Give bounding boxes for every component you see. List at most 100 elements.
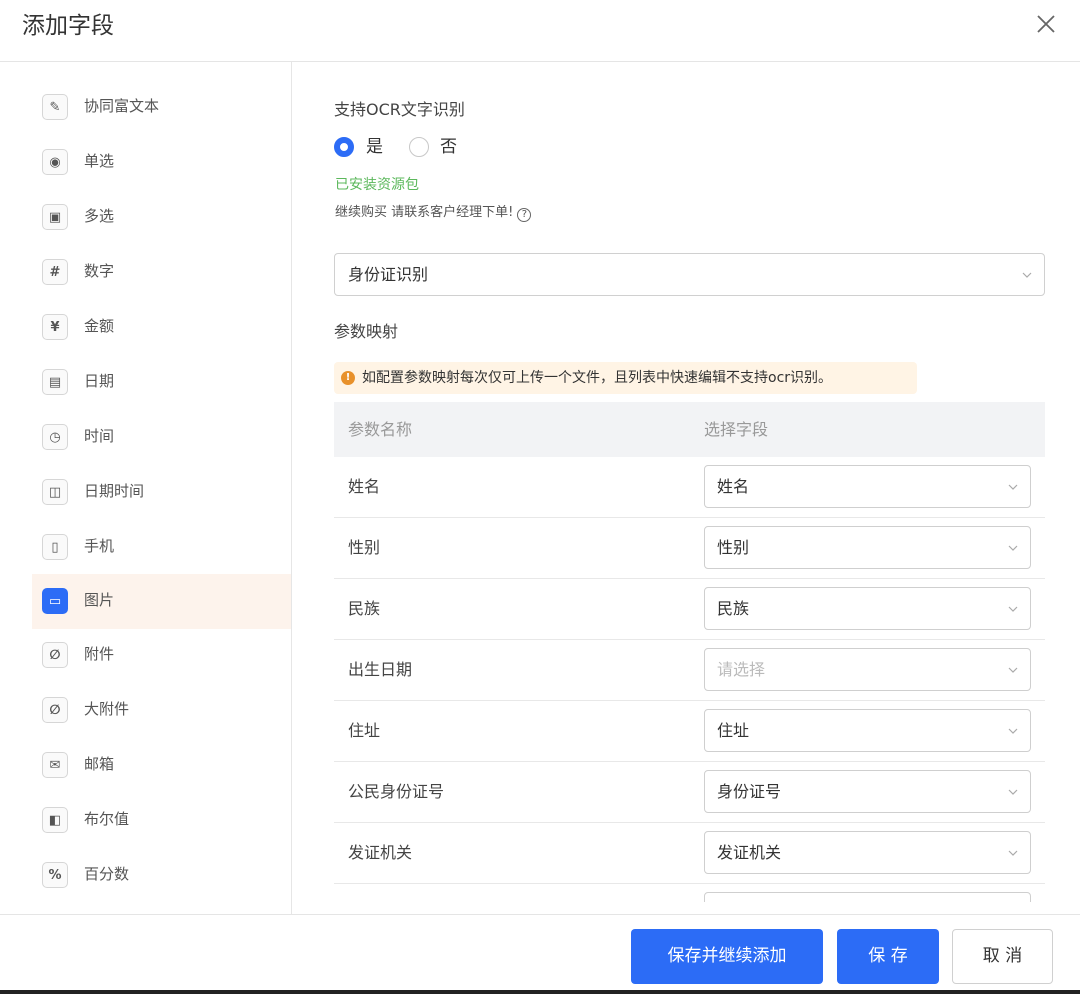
- sidebar-item-label: 手机: [84, 537, 115, 555]
- sidebar-item-amount[interactable]: ¥ 金额: [32, 302, 291, 352]
- recognition-type-value: 身份证识别: [348, 265, 429, 284]
- sidebar-item-rich-text[interactable]: ✎ 协同富文本: [32, 82, 291, 132]
- param-name: 住址: [348, 721, 381, 740]
- sidebar-item-label: 百分数: [84, 865, 130, 883]
- param-name: 公民身份证号: [348, 782, 445, 801]
- recognition-type-select[interactable]: 身份证识别: [334, 253, 1045, 296]
- field-select-placeholder: 请选择: [717, 660, 766, 679]
- help-icon[interactable]: ?: [517, 208, 532, 222]
- sidebar-item-boolean[interactable]: ◧ 布尔值: [32, 795, 291, 845]
- dialog-footer: 保存并继续添加 保 存 取 消: [0, 914, 1080, 994]
- field-select-value: 发证机关: [717, 843, 782, 862]
- field-select[interactable]: 性别: [704, 526, 1031, 569]
- checkbox-icon: ▣: [42, 204, 68, 230]
- dialog-header: 添加字段: [0, 0, 1080, 62]
- header-param-name: 参数名称: [348, 420, 413, 439]
- sidebar-item-large-attachment[interactable]: ∅ 大附件: [32, 685, 291, 735]
- param-name: 姓名: [348, 477, 381, 496]
- chevron-down-icon: [1008, 789, 1018, 795]
- warning-text: 如配置参数映射每次仅可上传一个文件，且列表中快速编辑不支持ocr识别。: [362, 370, 833, 386]
- table-row: 民族 民族: [334, 579, 1045, 640]
- large-attachment-icon: ∅: [42, 697, 68, 723]
- field-select[interactable]: 请选择: [704, 648, 1031, 691]
- sidebar-item-label: 协同富文本: [84, 97, 160, 115]
- sidebar-item-email[interactable]: ✉ 邮箱: [32, 740, 291, 790]
- sidebar-item-label: 邮箱: [84, 755, 115, 773]
- sidebar-item-time[interactable]: ◷ 时间: [32, 412, 291, 462]
- sidebar-item-multi-select[interactable]: ▣ 多选: [32, 192, 291, 242]
- sidebar-item-image[interactable]: ▭ 图片: [32, 574, 291, 629]
- table-row: 住址 住址: [334, 701, 1045, 762]
- sidebar-item-single-select[interactable]: ◉ 单选: [32, 137, 291, 187]
- chevron-down-icon: [1008, 606, 1018, 612]
- sidebar-item-label: 大附件: [84, 700, 130, 718]
- param-name: 出生日期: [348, 660, 413, 679]
- sidebar-item-label: 单选: [84, 152, 115, 170]
- window-bottom-edge: [0, 990, 1080, 994]
- sidebar-item-date[interactable]: ▤ 日期: [32, 357, 291, 407]
- calendar-icon: ▤: [42, 369, 68, 395]
- chevron-down-icon: [1008, 850, 1018, 856]
- purchase-hint-text: 继续购买 请联系客户经理下单!: [335, 205, 514, 220]
- datetime-icon: ◫: [42, 479, 68, 505]
- ocr-label: 支持OCR文字识别: [334, 100, 465, 119]
- paperclip-icon: ∅: [42, 642, 68, 668]
- param-name: 性别: [348, 538, 381, 557]
- field-select[interactable]: 民族: [704, 587, 1031, 630]
- save-button[interactable]: 保 存: [837, 929, 939, 984]
- mapping-label: 参数映射: [334, 322, 399, 341]
- ocr-no-radio[interactable]: [409, 137, 429, 157]
- rich-text-icon: ✎: [42, 94, 68, 120]
- table-row: 发证机关 发证机关: [334, 823, 1045, 884]
- sidebar-item-phone[interactable]: ▯ 手机: [32, 522, 291, 572]
- ocr-yes-label[interactable]: 是: [366, 136, 383, 158]
- chevron-down-icon: [1008, 484, 1018, 490]
- field-select-value: 住址: [717, 721, 750, 740]
- field-select[interactable]: [704, 892, 1031, 902]
- mapping-table: 参数名称 选择字段 姓名 姓名 性别 性别 民族 民族 出生日期 请选择 住址 …: [334, 402, 1045, 902]
- hash-icon: #: [42, 259, 68, 285]
- field-select-value: 民族: [717, 599, 750, 618]
- sidebar-item-attachment[interactable]: ∅ 附件: [32, 630, 291, 680]
- yen-icon: ¥: [42, 314, 68, 340]
- table-row: 姓名 姓名: [334, 457, 1045, 518]
- chevron-down-icon: [1008, 545, 1018, 551]
- chevron-down-icon: [1008, 728, 1018, 734]
- field-select[interactable]: 身份证号: [704, 770, 1031, 813]
- field-select[interactable]: 发证机关: [704, 831, 1031, 874]
- mail-icon: ✉: [42, 752, 68, 778]
- ocr-yes-radio[interactable]: [334, 137, 354, 157]
- table-row: 公民身份证号 身份证号: [334, 762, 1045, 823]
- phone-icon: ▯: [42, 534, 68, 560]
- chevron-down-icon: [1008, 667, 1018, 673]
- save-and-continue-button[interactable]: 保存并继续添加: [631, 929, 823, 984]
- dialog-title: 添加字段: [22, 13, 114, 39]
- percent-icon: %: [42, 862, 68, 888]
- table-row: 出生日期 请选择: [334, 640, 1045, 701]
- table-row: [334, 884, 1045, 902]
- field-select-value: 姓名: [717, 477, 750, 496]
- field-type-sidebar: ✎ 协同富文本 ◉ 单选 ▣ 多选 # 数字 ¥ 金额 ▤ 日期 ◷ 时间 ◫ …: [0, 62, 292, 914]
- chevron-down-icon: [1022, 272, 1032, 278]
- ocr-no-label[interactable]: 否: [440, 136, 457, 158]
- sidebar-item-percent[interactable]: % 百分数: [32, 850, 291, 900]
- sidebar-item-label: 多选: [84, 207, 115, 225]
- close-icon[interactable]: [1034, 12, 1058, 36]
- table-header: 参数名称 选择字段: [334, 402, 1045, 457]
- sidebar-item-datetime[interactable]: ◫ 日期时间: [32, 467, 291, 517]
- image-icon: ▭: [42, 588, 68, 614]
- boolean-icon: ◧: [42, 807, 68, 833]
- installed-status: 已安装资源包: [335, 177, 419, 193]
- field-select[interactable]: 姓名: [704, 465, 1031, 508]
- cancel-button[interactable]: 取 消: [952, 929, 1053, 984]
- sidebar-item-label: 图片: [84, 591, 115, 609]
- table-row: 性别 性别: [334, 518, 1045, 579]
- clock-icon: ◷: [42, 424, 68, 450]
- field-select-value: 身份证号: [717, 782, 782, 801]
- sidebar-item-number[interactable]: # 数字: [32, 247, 291, 297]
- sidebar-item-label: 数字: [84, 262, 115, 280]
- header-select-field: 选择字段: [704, 420, 769, 439]
- sidebar-item-label: 金额: [84, 317, 115, 335]
- field-select[interactable]: 住址: [704, 709, 1031, 752]
- mapping-warning: ! 如配置参数映射每次仅可上传一个文件，且列表中快速编辑不支持ocr识别。: [334, 362, 917, 394]
